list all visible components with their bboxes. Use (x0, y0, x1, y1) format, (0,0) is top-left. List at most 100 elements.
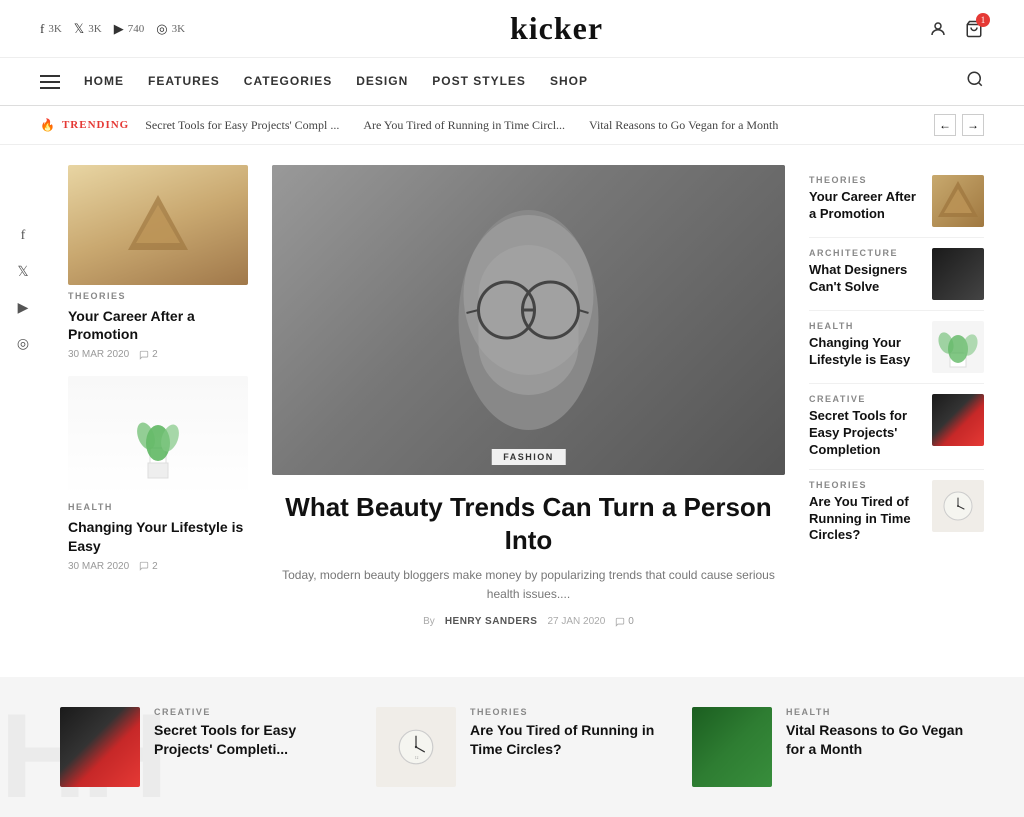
right-article-1-title[interactable]: Your Career After a Promotion (809, 189, 922, 223)
bottom-card-3-title[interactable]: Vital Reasons to Go Vegan for a Month (786, 721, 984, 757)
right-article-3: HEALTH Changing Your Lifestyle is Easy (809, 311, 984, 384)
hero-meta: By HENRY SANDERS 27 JAN 2020 0 (282, 616, 775, 627)
hero-image[interactable]: FASHION (272, 165, 785, 475)
side-facebook-icon[interactable]: f (12, 225, 34, 247)
bottom-card-1-category: CREATIVE (154, 707, 352, 717)
right-article-3-thumb[interactable] (932, 321, 984, 373)
bottom-card-2-thumb[interactable]: 12 (376, 707, 456, 787)
hamburger-button[interactable] (40, 75, 60, 89)
trending-next[interactable]: → (962, 114, 984, 136)
nav-item-home[interactable]: HOME (84, 74, 124, 90)
bottom-card-3: HEALTH Vital Reasons to Go Vegan for a M… (692, 707, 984, 787)
left-article-2-title[interactable]: Changing Your Lifestyle is Easy (68, 518, 248, 554)
cart-badge: 1 (976, 13, 990, 27)
site-logo[interactable]: kicker (510, 10, 603, 47)
twitter-icon: 𝕏 (74, 21, 84, 37)
side-instagram-icon[interactable]: ◎ (12, 333, 34, 355)
right-article-5-title[interactable]: Are You Tired of Running in Time Circles… (809, 494, 922, 545)
bottom-card-3-category: HEALTH (786, 707, 984, 717)
right-article-3-title[interactable]: Changing Your Lifestyle is Easy (809, 335, 922, 369)
left-article-2-meta: 30 MAR 2020 2 (68, 561, 248, 572)
right-article-5-category: THEORIES (809, 480, 922, 490)
cart-icon[interactable]: 1 (964, 19, 984, 39)
right-column: THEORIES Your Career After a Promotion A… (809, 165, 984, 637)
hero-category-badge: FASHION (491, 449, 566, 465)
hero-title[interactable]: What Beauty Trends Can Turn a Person Int… (282, 491, 775, 556)
facebook-icon: f (40, 21, 44, 37)
youtube-count: 740 (128, 23, 145, 35)
right-article-5: THEORIES Are You Tired of Running in Tim… (809, 470, 984, 555)
main-layout: f 𝕏 ▶ ◎ THEORIES Your Career After a Pro… (0, 145, 1024, 657)
right-article-1-category: THEORIES (809, 175, 922, 185)
left-article-2-category: HEALTH (68, 502, 248, 512)
side-twitter-icon[interactable]: 𝕏 (12, 261, 34, 283)
left-article-1: THEORIES Your Career After a Promotion 3… (68, 165, 248, 360)
side-youtube-icon[interactable]: ▶ (12, 297, 34, 319)
left-article-2: HEALTH Changing Your Lifestyle is Easy 3… (68, 376, 248, 571)
instagram-count: 3K (172, 23, 185, 35)
user-icon[interactable] (928, 19, 948, 39)
bottom-card-3-thumb[interactable] (692, 707, 772, 787)
trending-bar: 🔥 TRENDING Secret Tools for Easy Project… (0, 106, 1024, 145)
bottom-section: HH CREATIVE Secret Tools for Easy Projec… (0, 677, 1024, 817)
nav-item-post-styles[interactable]: POST STYLES (432, 74, 526, 90)
bottom-cards: CREATIVE Secret Tools for Easy Projects'… (60, 707, 984, 787)
trending-items: Secret Tools for Easy Projects' Compl ..… (145, 118, 918, 133)
left-article-2-comments: 2 (139, 561, 158, 572)
right-article-2-category: ARCHITECTURE (809, 248, 922, 258)
nav-item-categories[interactable]: CATEGORIES (244, 74, 332, 90)
social-instagram[interactable]: ◎ 3K (156, 21, 185, 37)
social-facebook[interactable]: f 3K (40, 21, 62, 37)
left-article-1-title[interactable]: Your Career After a Promotion (68, 307, 248, 343)
right-article-2-title[interactable]: What Designers Can't Solve (809, 262, 922, 296)
hero-comments: 0 (615, 616, 634, 627)
right-article-4-category: CREATIVE (809, 394, 922, 404)
bottom-card-2: 12 THEORIES Are You Tired of Running in … (376, 707, 668, 787)
svg-text:12: 12 (415, 756, 419, 760)
right-article-3-category: HEALTH (809, 321, 922, 331)
top-bar: f 3K 𝕏 3K ▶ 740 ◎ 3K kicker (0, 0, 1024, 58)
hero-excerpt: Today, modern beauty bloggers make money… (282, 566, 775, 604)
trending-item-3[interactable]: Vital Reasons to Go Vegan for a Month (589, 118, 778, 133)
right-article-1: THEORIES Your Career After a Promotion (809, 165, 984, 238)
nav-item-design[interactable]: DESIGN (356, 74, 408, 90)
right-article-4-title[interactable]: Secret Tools for Easy Projects' Completi… (809, 408, 922, 459)
twitter-count: 3K (88, 23, 101, 35)
social-twitter[interactable]: 𝕏 3K (74, 21, 102, 37)
trending-nav: ← → (934, 114, 984, 136)
right-article-4: CREATIVE Secret Tools for Easy Projects'… (809, 384, 984, 470)
trending-text: TRENDING (62, 119, 129, 131)
social-icons: f 3K 𝕏 3K ▶ 740 ◎ 3K (40, 21, 185, 37)
side-social: f 𝕏 ▶ ◎ (12, 225, 34, 355)
fire-icon: 🔥 (40, 118, 56, 133)
left-article-1-thumb[interactable] (68, 165, 248, 285)
bottom-card-1: CREATIVE Secret Tools for Easy Projects'… (60, 707, 352, 787)
trending-item-1[interactable]: Secret Tools for Easy Projects' Compl ..… (145, 118, 339, 133)
trending-prev[interactable]: ← (934, 114, 956, 136)
youtube-icon: ▶ (114, 21, 124, 37)
right-article-5-thumb[interactable] (932, 480, 984, 532)
left-article-1-date: 30 MAR 2020 (68, 349, 129, 360)
hero-author[interactable]: HENRY SANDERS (445, 616, 538, 627)
nav-links: HOME FEATURES CATEGORIES DESIGN POST STY… (84, 74, 588, 90)
hero-date: 27 JAN 2020 (547, 616, 605, 627)
right-article-2-thumb[interactable] (932, 248, 984, 300)
left-article-2-thumb[interactable] (68, 376, 248, 496)
top-right-icons: 1 (928, 19, 984, 39)
main-nav: HOME FEATURES CATEGORIES DESIGN POST STY… (0, 58, 1024, 106)
right-article-4-thumb[interactable] (932, 394, 984, 446)
left-article-1-comments: 2 (139, 349, 158, 360)
bottom-card-2-title[interactable]: Are You Tired of Running in Time Circles… (470, 721, 668, 757)
search-icon[interactable] (966, 70, 984, 93)
facebook-count: 3K (48, 23, 61, 35)
trending-item-2[interactable]: Are You Tired of Running in Time Circl..… (363, 118, 565, 133)
social-youtube[interactable]: ▶ 740 (114, 21, 145, 37)
bottom-card-1-thumb[interactable] (60, 707, 140, 787)
right-article-2: ARCHITECTURE What Designers Can't Solve (809, 238, 984, 311)
left-article-1-category: THEORIES (68, 291, 248, 301)
nav-item-features[interactable]: FEATURES (148, 74, 220, 90)
nav-item-shop[interactable]: SHOP (550, 74, 588, 90)
right-article-1-thumb[interactable] (932, 175, 984, 227)
left-article-1-meta: 30 MAR 2020 2 (68, 349, 248, 360)
bottom-card-1-title[interactable]: Secret Tools for Easy Projects' Completi… (154, 721, 352, 757)
